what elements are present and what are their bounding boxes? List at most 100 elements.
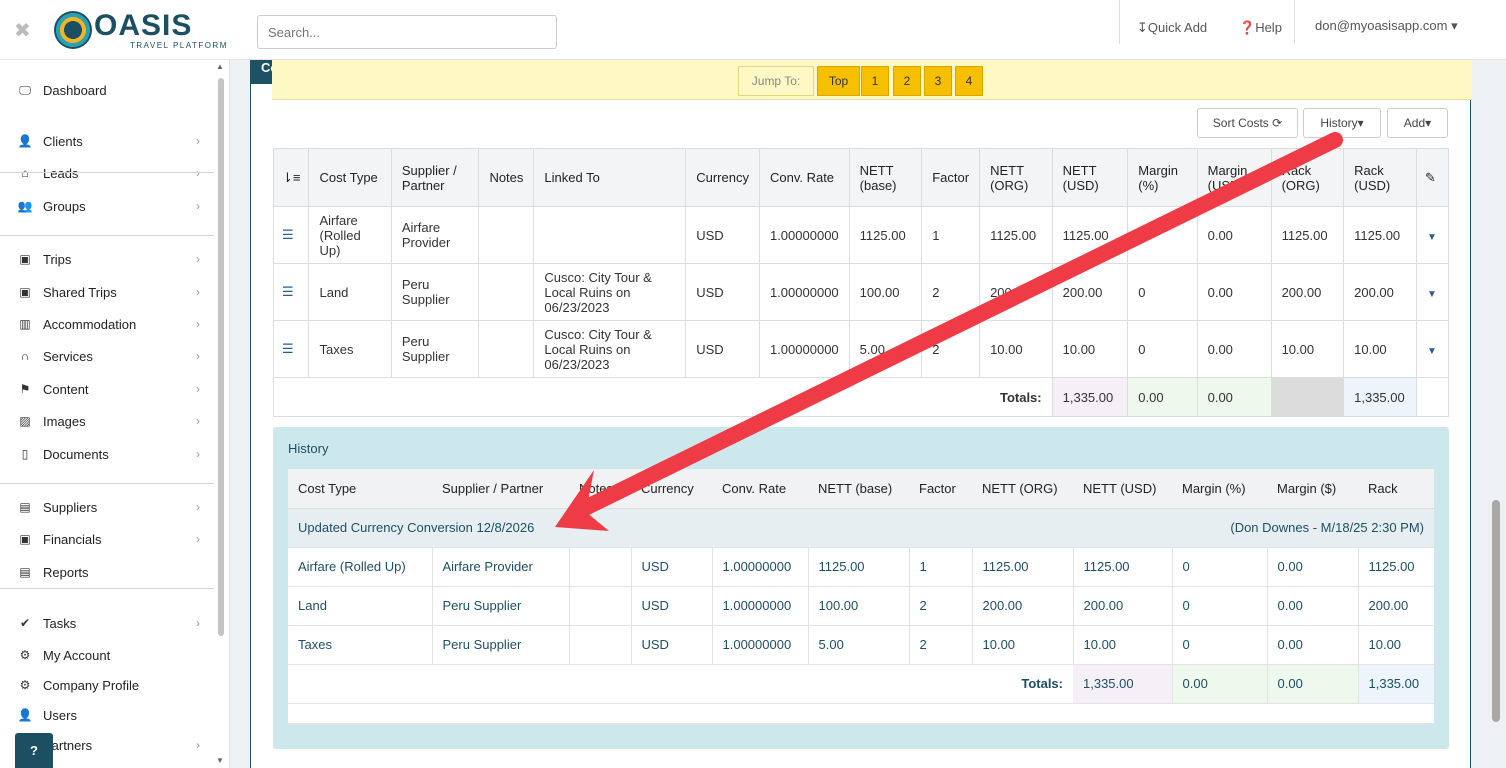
sidebar-item-company-profile[interactable]: ⚙ Company Profile bbox=[0, 669, 214, 701]
cost-cell: USD bbox=[685, 320, 760, 378]
history-button[interactable]: History ▾ bbox=[1303, 108, 1381, 138]
col-margin-pct: Margin (%) bbox=[1127, 148, 1198, 207]
jump-3-button[interactable]: 3 bbox=[924, 66, 952, 96]
sidebar-scrollbar[interactable] bbox=[218, 78, 224, 636]
sidebar-item-tasks[interactable]: ✔ Tasks › bbox=[0, 607, 214, 639]
caret-down-icon[interactable]: ▼ bbox=[1427, 346, 1437, 357]
chevron-right-icon: › bbox=[196, 447, 200, 461]
sidebar-divider bbox=[0, 235, 214, 236]
history-col-header: Conv. Rate bbox=[712, 469, 808, 509]
list-icon[interactable]: ☰ bbox=[282, 341, 294, 356]
search-input[interactable] bbox=[257, 15, 557, 49]
history-cell: 0 bbox=[1172, 547, 1268, 587]
chevron-right-icon: › bbox=[196, 134, 200, 148]
col-notes: Notes bbox=[478, 148, 535, 207]
sort-order-icon[interactable]: ⇂≡ bbox=[272, 148, 310, 207]
sidebar-item-clients[interactable]: 👤 Clients › bbox=[0, 125, 214, 157]
sidebar-item-suppliers[interactable]: ▤ Suppliers › bbox=[0, 491, 214, 523]
quick-add-link[interactable]: ↧Quick Add bbox=[1137, 20, 1207, 36]
sidebar-item-label: Groups bbox=[43, 198, 86, 214]
cost-cell: 1125.00 bbox=[1051, 206, 1129, 264]
add-button[interactable]: Add ▾ bbox=[1387, 108, 1448, 138]
history-cell: 0 bbox=[1172, 625, 1268, 665]
cost-cell: 0 bbox=[1127, 320, 1198, 378]
history-totals-label: Totals: bbox=[288, 664, 1073, 704]
scroll-down-icon[interactable]: ▼ bbox=[216, 756, 224, 765]
jump-top-button[interactable]: Top bbox=[817, 66, 860, 96]
sidebar-item-content[interactable]: ⚑ Content › bbox=[0, 373, 214, 405]
archive-icon: ▤ bbox=[19, 500, 31, 514]
history-cell bbox=[569, 586, 632, 626]
gears-icon: ⚙ bbox=[19, 678, 31, 692]
refresh-icon: ⟳ bbox=[1272, 116, 1283, 130]
cost-cell: 1125.00 bbox=[979, 206, 1053, 264]
history-cell: 1125.00 bbox=[1358, 547, 1434, 587]
history-spacer bbox=[288, 703, 1434, 724]
chevron-right-icon: › bbox=[196, 382, 200, 396]
sidebar-item-users[interactable]: 👤 Users bbox=[0, 699, 214, 731]
cost-cell: 200.00 bbox=[1051, 263, 1129, 321]
pdf-icon: ▯ bbox=[21, 447, 29, 461]
sidebar-item-images[interactable]: ▨ Images › bbox=[0, 405, 214, 437]
caret-down-icon[interactable]: ▼ bbox=[1427, 232, 1437, 243]
sidebar-item-my-account[interactable]: ⚙ My Account bbox=[0, 639, 214, 671]
total-rack-usd: 1,335.00 bbox=[1343, 377, 1418, 417]
page-scrollbar[interactable] bbox=[1492, 500, 1500, 722]
sidebar-item-reports[interactable]: ▤ Reports bbox=[0, 556, 214, 588]
history-cell: 1 bbox=[909, 547, 973, 587]
cost-cell: 0.00 bbox=[1196, 206, 1272, 264]
sidebar-item-documents[interactable]: ▯ Documents › bbox=[0, 438, 214, 470]
add-label: Add bbox=[1403, 116, 1426, 130]
sidebar-item-label: Trips bbox=[43, 251, 72, 267]
chevron-right-icon: › bbox=[196, 414, 200, 428]
help-link[interactable]: ❓Help bbox=[1239, 20, 1282, 36]
sidebar-item-dashboard[interactable]: 🖵 Dashboard bbox=[0, 74, 214, 106]
history-cell: Peru Supplier bbox=[432, 586, 570, 626]
sidebar-item-trips[interactable]: ▣ Trips › bbox=[0, 243, 214, 275]
cost-cell: 200.00 bbox=[1270, 263, 1345, 321]
list-icon[interactable]: ☰ bbox=[282, 227, 294, 242]
scroll-up-icon[interactable]: ▲ bbox=[216, 62, 224, 71]
history-row: Airfare (Rolled Up) Airfare Provider USD 1.… bbox=[288, 547, 1434, 587]
logo-subtitle: TRAVEL PLATFORM bbox=[130, 40, 228, 50]
sidebar-item-financials[interactable]: ▣ Financials › bbox=[0, 523, 214, 555]
history-cell: 10.00 bbox=[1073, 625, 1173, 665]
divider bbox=[1294, 0, 1295, 44]
caret-down-icon[interactable]: ▼ bbox=[1427, 289, 1437, 300]
close-icon[interactable]: ✖ bbox=[14, 18, 31, 43]
sidebar-item-label: Accommodation bbox=[43, 316, 137, 332]
sidebar-item-label: Clients bbox=[43, 133, 83, 149]
help-button[interactable]: ? bbox=[15, 733, 53, 768]
pencil-icon[interactable]: ✎ bbox=[1416, 148, 1449, 207]
sidebar-item-label: Suppliers bbox=[43, 499, 98, 515]
history-cell: 10.00 bbox=[972, 625, 1074, 665]
jump-2-button[interactable]: 2 bbox=[893, 66, 921, 96]
help-label: Help bbox=[1255, 20, 1282, 35]
cost-cell bbox=[1127, 206, 1198, 264]
history-cell: 5.00 bbox=[808, 625, 910, 665]
list-icon[interactable]: ☰ bbox=[282, 284, 294, 299]
cost-cell: 0.00 bbox=[1196, 263, 1272, 321]
sort-costs-button[interactable]: Sort Costs ⟳ bbox=[1197, 108, 1298, 138]
history-total-rack: 1,335.00 bbox=[1358, 664, 1434, 704]
sidebar-item-accommodation[interactable]: ▥ Accommodation › bbox=[0, 308, 214, 340]
sidebar-item-label: Users bbox=[43, 707, 77, 723]
user-menu[interactable]: don@myoasisapp.com ▾ bbox=[1315, 18, 1458, 34]
chevron-right-icon: › bbox=[196, 532, 200, 546]
cost-cell bbox=[478, 320, 535, 378]
cost-row[interactable]: ☰ Land Peru Supplier Cusco: City Tour & Loc… bbox=[272, 263, 1449, 321]
sidebar-item-groups[interactable]: 👥 Groups › bbox=[0, 190, 214, 222]
list-alt-icon: ▤ bbox=[19, 565, 31, 579]
logo[interactable]: OASIS TRAVEL PLATFORM bbox=[54, 9, 228, 51]
col-currency: Currency bbox=[685, 148, 760, 207]
jump-1-button[interactable]: 1 bbox=[861, 66, 889, 96]
history-cell: 1.00000000 bbox=[712, 625, 809, 665]
cost-cell: 10.00 bbox=[1270, 320, 1345, 378]
cost-row[interactable]: ☰ Taxes Peru Supplier Cusco: City Tour & Lo… bbox=[272, 320, 1449, 378]
cost-cell: 0 bbox=[1127, 263, 1198, 321]
jump-4-button[interactable]: 4 bbox=[955, 66, 983, 96]
sidebar-item-leads[interactable]: ⌂ Leads › bbox=[0, 157, 214, 189]
cost-row[interactable]: ☰ Airfare (Rolled Up) Airfare Provider USD 1… bbox=[272, 206, 1449, 264]
sidebar-item-shared-trips[interactable]: ▣ Shared Trips › bbox=[0, 276, 214, 308]
sidebar-item-services[interactable]: ∩ Services › bbox=[0, 340, 214, 372]
